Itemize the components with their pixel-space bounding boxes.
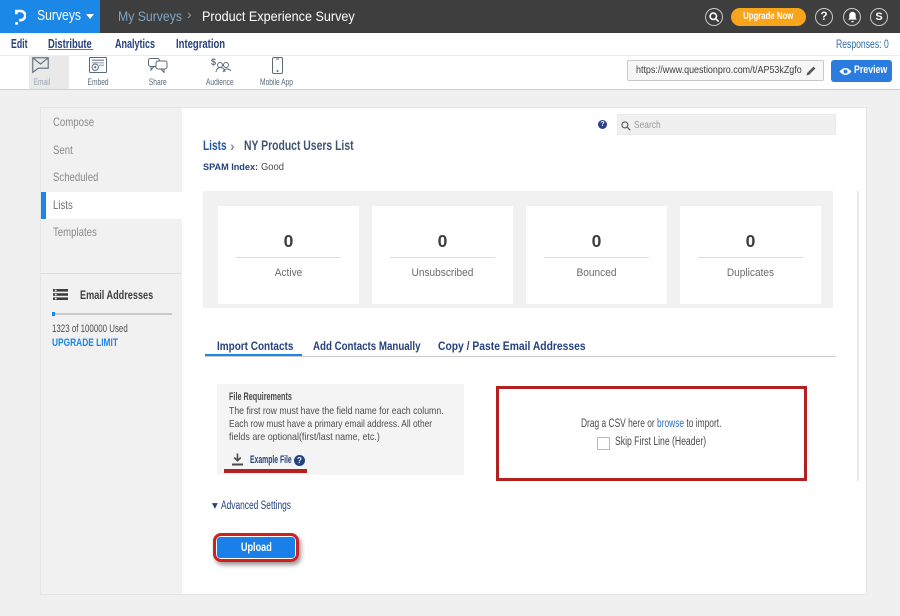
svg-text:$: $ bbox=[211, 57, 216, 67]
